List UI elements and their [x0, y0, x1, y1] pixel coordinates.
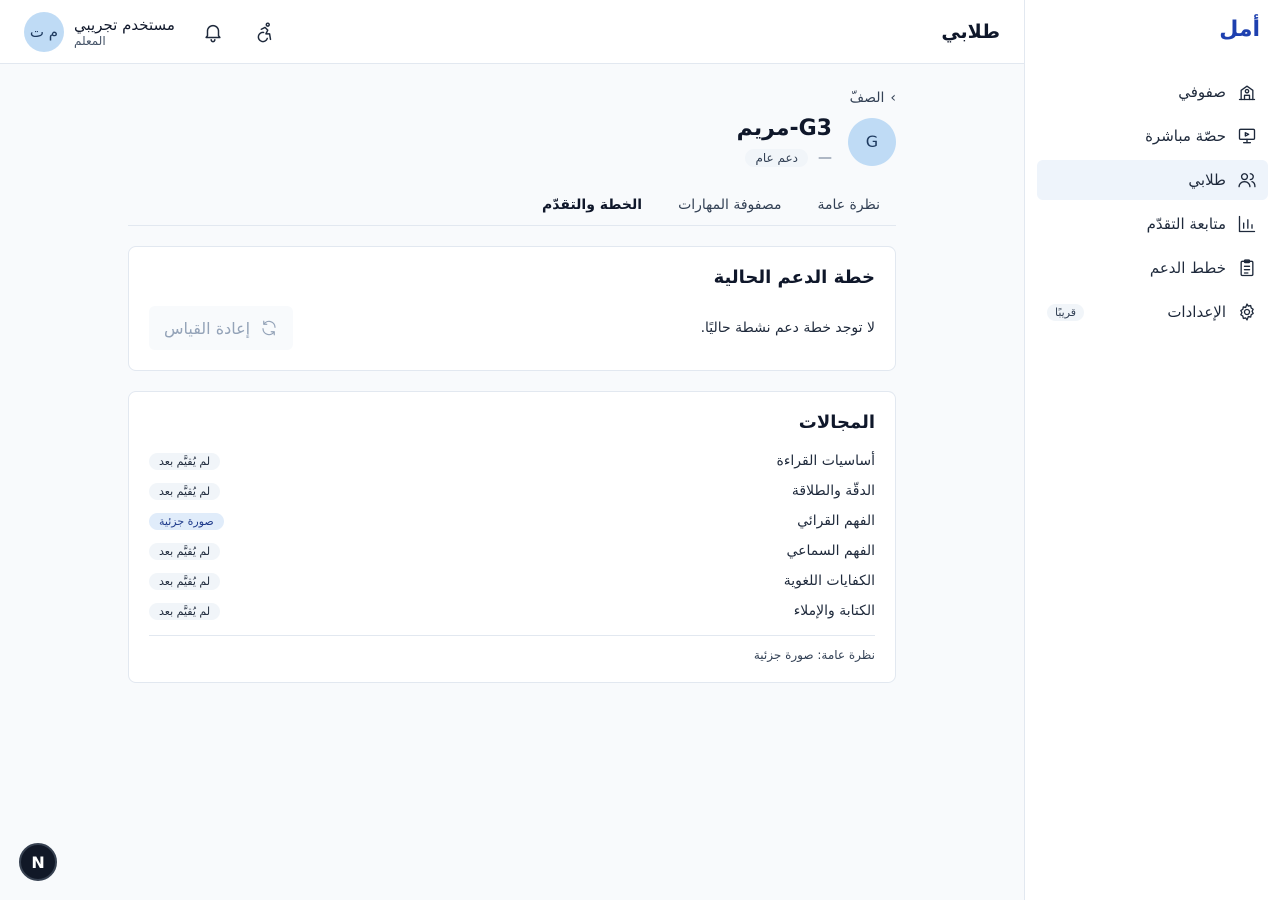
list-item: الكفايات اللغوية لم يُقيَّم بعد	[149, 571, 875, 591]
accessibility-button[interactable]	[251, 18, 279, 46]
chevron-right-icon: ›	[890, 90, 896, 106]
sidebar-item-label: صفوفي	[1178, 83, 1226, 101]
student-avatar: G	[848, 117, 896, 166]
dev-tools-button[interactable]: N	[19, 843, 57, 881]
user-role: المعلم	[74, 33, 106, 48]
domains-list: أساسيات القراءة لم يُقيَّم بعد الدقّة وا…	[149, 451, 875, 621]
sidebar-item-label: متابعة التقدّم	[1146, 215, 1226, 233]
domain-name: أساسيات القراءة	[776, 453, 875, 469]
avatar[interactable]: م ت	[24, 11, 64, 52]
sidebar-item-label: طلابي	[1188, 171, 1226, 189]
gear-icon	[1236, 301, 1258, 323]
tab-overview[interactable]: نظرة عامة	[817, 197, 880, 213]
bar-chart-icon	[1236, 213, 1258, 235]
notifications-button[interactable]	[199, 18, 227, 46]
domain-name: الدقّة والطلاقة	[791, 483, 875, 499]
current-plan-title: خطة الدعم الحالية	[713, 267, 875, 288]
presentation-icon	[1236, 125, 1258, 147]
list-item: الفهم القرائي صورة جزئية	[149, 511, 875, 531]
main-content: › الصفّ G G3-مريم — دعم عام نظرة عامة مص…	[128, 64, 896, 683]
domain-name: الفهم السماعي	[786, 543, 875, 559]
domain-name: الفهم القرائي	[797, 513, 875, 529]
status-badge: لم يُقيَّم بعد	[149, 542, 221, 560]
list-item: أساسيات القراءة لم يُقيَّم بعد	[149, 451, 875, 471]
status-badge: صورة جزئية	[149, 512, 224, 530]
remeasure-label: إعادة القياس	[163, 318, 251, 338]
status-badge: لم يُقيَّم بعد	[149, 452, 221, 470]
domain-name: الكتابة والإملاء	[793, 603, 875, 619]
sidebar-item-my-students[interactable]: طلابي	[1037, 160, 1268, 200]
current-plan-card: خطة الدعم الحالية لا توجد خطة دعم نشطة ح…	[128, 246, 896, 371]
header-actions: م ت مستخدم تجريبي المعلم	[24, 11, 279, 52]
breadcrumb: › الصفّ	[128, 90, 896, 106]
sidebar: أمل صفوفي حصّة مباشرة طلابي متابعة التقد…	[1024, 0, 1280, 900]
list-item: الكتابة والإملاء لم يُقيَّم بعد	[149, 601, 875, 621]
student-meta: — دعم عام	[737, 149, 832, 167]
user-menu[interactable]: م ت مستخدم تجريبي المعلم	[24, 11, 175, 52]
brand-logo[interactable]: أمل	[1037, 0, 1268, 58]
list-item: الفهم السماعي لم يُقيَّم بعد	[149, 541, 875, 561]
page-title: طلابي	[941, 20, 1000, 43]
sidebar-item-label: حصّة مباشرة	[1145, 127, 1226, 145]
accessibility-icon	[257, 21, 272, 42]
n-logo-icon: N	[31, 852, 45, 872]
sidebar-item-live-session[interactable]: حصّة مباشرة	[1037, 116, 1268, 156]
breadcrumb-class-link[interactable]: الصفّ	[850, 90, 885, 106]
coming-soon-badge: قريبًا	[1047, 303, 1085, 321]
sidebar-item-label: الإعدادات	[1167, 303, 1226, 321]
user-name: مستخدم تجريبي	[74, 15, 175, 34]
list-item: الدقّة والطلاقة لم يُقيَّم بعد	[149, 481, 875, 501]
clipboard-icon	[1236, 257, 1258, 279]
student-grade-placeholder: —	[818, 150, 832, 166]
divider	[149, 635, 875, 636]
sidebar-item-my-classes[interactable]: صفوفي	[1037, 72, 1268, 112]
student-name: G3-مريم	[736, 116, 832, 141]
student-header: G G3-مريم — دعم عام	[128, 116, 896, 167]
sidebar-item-progress-tracking[interactable]: متابعة التقدّم	[1037, 204, 1268, 244]
student-tabs: نظرة عامة مصفوفة المهارات الخطة والتقدّم	[128, 197, 896, 226]
domain-name: الكفايات اللغوية	[783, 573, 875, 589]
domains-overview-summary: نظرة عامة: صورة جزئية	[753, 648, 875, 662]
sidebar-nav: صفوفي حصّة مباشرة طلابي متابعة التقدّم خ…	[1037, 72, 1268, 332]
user-info: مستخدم تجريبي المعلم	[74, 16, 175, 48]
sidebar-item-label: خطط الدعم	[1149, 259, 1226, 277]
sidebar-item-support-plans[interactable]: خطط الدعم	[1037, 248, 1268, 288]
sidebar-item-settings[interactable]: الإعدادات قريبًا	[1037, 292, 1268, 332]
tab-skills-matrix[interactable]: مصفوفة المهارات	[678, 197, 781, 213]
status-badge: لم يُقيَّم بعد	[149, 572, 221, 590]
no-plan-message: لا توجد خطة دعم نشطة حاليًا.	[700, 320, 875, 336]
users-icon	[1236, 169, 1258, 191]
domains-title: المجالات	[798, 412, 875, 433]
status-badge: لم يُقيَّم بعد	[149, 482, 221, 500]
refresh-icon	[262, 320, 276, 336]
student-info: G3-مريم — دعم عام	[737, 116, 832, 167]
top-header: طلابي م ت مستخدم تجريبي المعلم	[0, 0, 1024, 64]
support-level-badge: دعم عام	[745, 149, 808, 167]
bell-icon	[205, 24, 221, 42]
domains-card: المجالات أساسيات القراءة لم يُقيَّم بعد …	[128, 391, 896, 683]
status-badge: لم يُقيَّم بعد	[149, 602, 221, 620]
school-icon	[1236, 81, 1258, 103]
tab-plan-progress[interactable]: الخطة والتقدّم	[542, 197, 642, 213]
plan-row: لا توجد خطة دعم نشطة حاليًا. إعادة القيا…	[149, 306, 875, 350]
remeasure-button[interactable]: إعادة القياس	[149, 306, 293, 350]
